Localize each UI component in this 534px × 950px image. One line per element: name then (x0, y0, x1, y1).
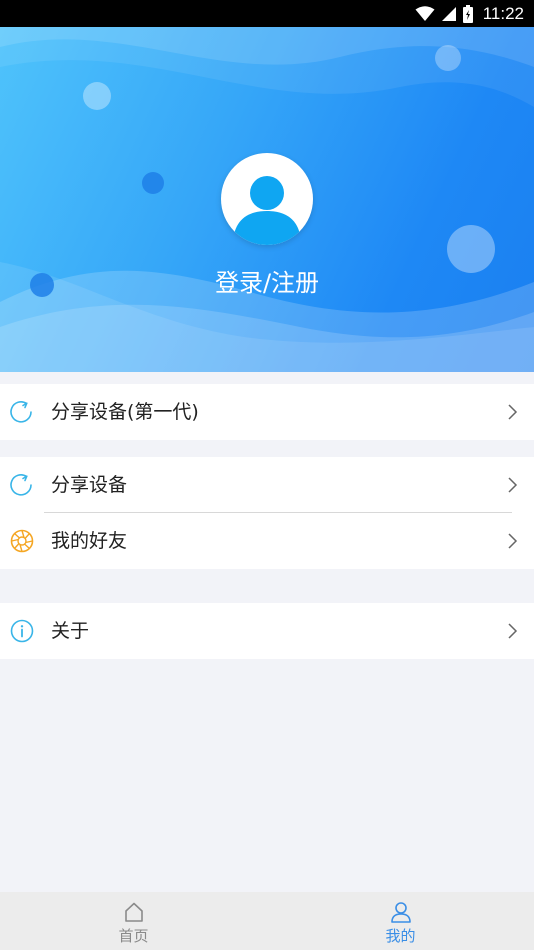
about-label: 关于 (51, 620, 90, 642)
friends-aperture-icon (10, 529, 34, 553)
chevron-right-icon (508, 623, 518, 639)
tab-mine[interactable]: 我的 (267, 892, 534, 950)
share-device-gen1-label: 分享设备(第一代) (51, 401, 199, 423)
tab-mine-label: 我的 (385, 927, 416, 945)
tab-home[interactable]: 首页 (0, 892, 267, 950)
chevron-right-icon (508, 477, 518, 493)
profile-header: 登录/注册 (0, 27, 534, 372)
share-device-gen1-item[interactable]: 分享设备(第一代) (0, 384, 534, 440)
avatar[interactable] (221, 153, 313, 245)
wifi-icon (415, 5, 435, 21)
tab-home-label: 首页 (118, 927, 149, 945)
menu-card-2: 分享设备 我的好友 (0, 457, 534, 569)
chevron-right-icon (508, 404, 518, 420)
share-refresh-icon (10, 401, 32, 423)
login-register-link[interactable]: 登录/注册 (0, 263, 534, 298)
menu-card-1: 分享设备(第一代) (0, 384, 534, 440)
cell-signal-icon (441, 6, 456, 21)
share-device-item[interactable]: 分享设备 (0, 457, 534, 513)
share-device-label: 分享设备 (51, 474, 128, 496)
menu-card-3: 关于 (0, 603, 534, 659)
bottom-tab-bar: 首页 我的 (0, 892, 534, 950)
my-friends-item[interactable]: 我的好友 (0, 513, 534, 569)
home-icon (124, 902, 143, 922)
status-bar: 11:22 (0, 0, 534, 27)
info-icon (10, 619, 34, 643)
my-friends-label: 我的好友 (51, 530, 128, 552)
status-time: 11:22 (482, 3, 524, 23)
about-item[interactable]: 关于 (0, 603, 534, 659)
share-refresh-icon (10, 474, 32, 496)
battery-icon (462, 4, 473, 23)
user-avatar-icon (233, 176, 301, 245)
chevron-right-icon (508, 533, 518, 549)
status-icons: 11:22 (415, 0, 524, 27)
user-profile-icon (390, 902, 411, 923)
